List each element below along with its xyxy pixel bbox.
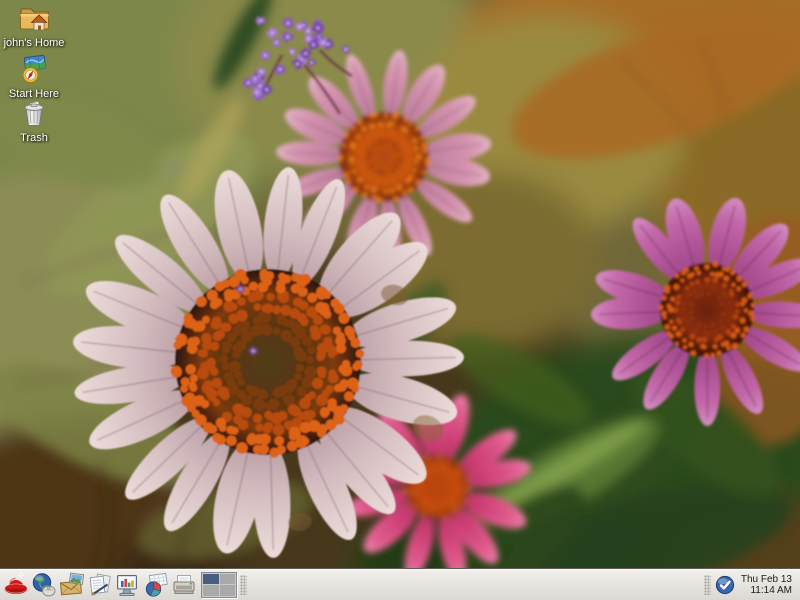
launcher-word-processor[interactable] xyxy=(86,570,114,600)
applet-drag-handle[interactable] xyxy=(240,575,247,595)
launcher-web-browser[interactable] xyxy=(30,570,58,600)
red-hat-menu-icon xyxy=(3,571,30,598)
clock-date: Thu Feb 13 xyxy=(741,574,792,585)
start-here-icon xyxy=(18,54,50,84)
printer-icon xyxy=(171,572,197,598)
workspace-3[interactable] xyxy=(203,585,219,596)
taskbar-panel: Thu Feb 13 11:14 AM xyxy=(0,568,800,600)
trash-icon xyxy=(19,98,49,128)
clock-applet[interactable]: Thu Feb 13 11:14 AM xyxy=(736,574,798,596)
web-browser-globe-icon xyxy=(31,572,57,598)
wallpaper-image xyxy=(0,0,800,568)
launcher-main-menu[interactable] xyxy=(2,570,30,600)
clock-time: 11:14 AM xyxy=(741,585,792,596)
launcher-spreadsheet[interactable] xyxy=(142,570,170,600)
writer-documents-icon xyxy=(87,572,113,598)
launcher-print-manager[interactable] xyxy=(170,570,198,600)
email-envelope-icon xyxy=(59,572,86,598)
desktop-icon-label: Trash xyxy=(20,132,48,144)
workspace-1[interactable] xyxy=(203,574,219,585)
desktop-icon-start-here[interactable]: Start Here xyxy=(0,54,68,102)
desktop-icon-trash[interactable]: Trash xyxy=(0,98,68,146)
presentation-chart-icon xyxy=(115,572,141,598)
notification-drag-handle[interactable] xyxy=(704,575,711,595)
home-folder-icon xyxy=(18,3,50,33)
desktop-icon-home[interactable]: john's Home xyxy=(0,3,68,51)
workspace-4[interactable] xyxy=(220,585,236,596)
update-notification-applet[interactable] xyxy=(714,574,736,596)
launcher-email[interactable] xyxy=(58,570,86,600)
desktop-screen: john's Home Start Here xyxy=(0,0,800,600)
launcher-presentation[interactable] xyxy=(114,570,142,600)
update-notification-check-icon xyxy=(715,575,735,595)
desktop-icon-label: john's Home xyxy=(4,37,65,49)
workspace-switcher[interactable] xyxy=(201,572,237,598)
spreadsheet-pie-chart-icon xyxy=(143,572,169,598)
workspace-2[interactable] xyxy=(220,574,236,585)
